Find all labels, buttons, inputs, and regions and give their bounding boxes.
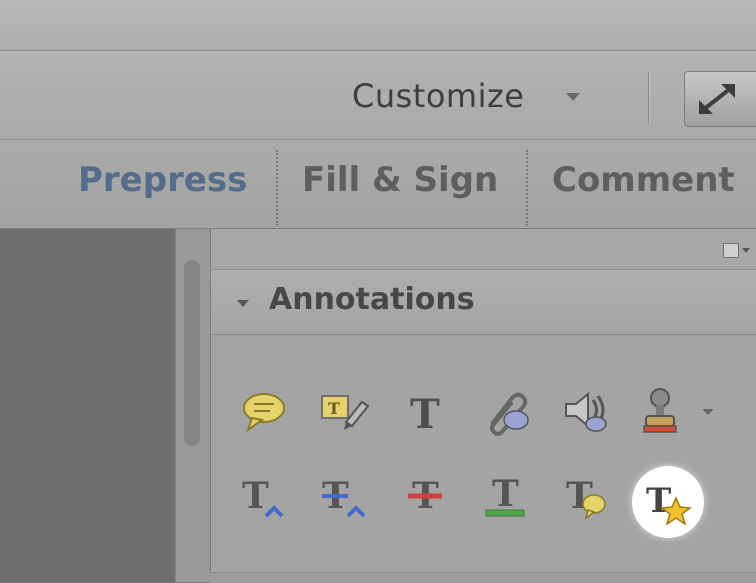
- replace-text-icon[interactable]: T: [316, 468, 372, 524]
- top-toolbar: Customize: [0, 51, 756, 140]
- text-edit-icon[interactable]: T: [316, 384, 372, 440]
- svg-text:T: T: [492, 473, 519, 515]
- panel-options-icon[interactable]: [723, 243, 750, 258]
- stamp-icon[interactable]: [640, 384, 720, 440]
- tab-separator: [526, 150, 528, 226]
- svg-text:T: T: [646, 481, 671, 521]
- sticky-note-icon[interactable]: [236, 384, 292, 440]
- tab-bar: Prepress Fill & Sign Comment: [0, 140, 756, 229]
- attach-file-icon[interactable]: [478, 384, 534, 440]
- panel-header-strip: [211, 229, 756, 270]
- annotations-title: Annotations: [269, 282, 475, 317]
- svg-text:T: T: [410, 391, 440, 438]
- chevron-down-icon[interactable]: [237, 300, 249, 307]
- expand-arrows-icon: [699, 84, 735, 114]
- scrollbar-thumb[interactable]: [184, 260, 200, 446]
- add-text-icon[interactable]: T: [398, 384, 454, 440]
- chevron-down-icon[interactable]: [566, 93, 580, 101]
- fullscreen-button[interactable]: [684, 71, 756, 127]
- underline-icon[interactable]: T: [478, 468, 534, 524]
- svg-text:T: T: [328, 399, 340, 418]
- annotations-section-header[interactable]: Annotations: [211, 270, 756, 335]
- record-audio-icon[interactable]: [560, 384, 616, 440]
- toolbar-divider: [648, 71, 649, 123]
- title-bar: [0, 0, 756, 51]
- tab-prepress[interactable]: Prepress: [78, 160, 247, 200]
- customize-button[interactable]: Customize: [352, 77, 524, 117]
- insert-text-icon[interactable]: T: [236, 468, 292, 524]
- text-comment-icon[interactable]: T: [560, 468, 616, 524]
- tab-fill-sign[interactable]: Fill & Sign: [302, 160, 498, 200]
- strikethrough-icon[interactable]: T: [398, 468, 454, 524]
- svg-text:T: T: [242, 475, 269, 517]
- text-correction-icon[interactable]: T: [640, 474, 696, 530]
- panel-footer: [210, 572, 756, 583]
- tab-comment[interactable]: Comment: [552, 160, 735, 200]
- tab-separator: [276, 150, 278, 226]
- annotation-tools: [211, 335, 756, 582]
- document-pane: [0, 229, 175, 582]
